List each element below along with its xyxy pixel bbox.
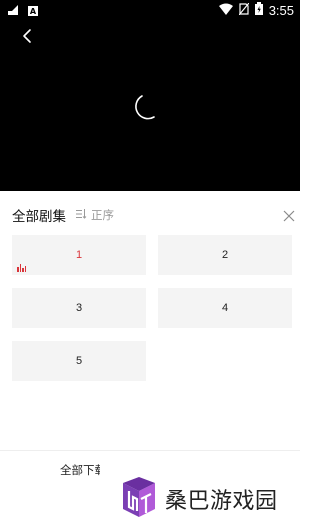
watermark: 桑巴游戏园 [115, 474, 300, 524]
status-time: 3:55 [268, 2, 294, 18]
episode-label: 2 [221, 249, 229, 261]
episode-5-button[interactable]: 5 [12, 341, 146, 381]
app-badge-icon: A [28, 6, 38, 16]
battery-charging-icon [254, 2, 263, 18]
status-bar: A 3:55 [0, 0, 300, 22]
episode-1-button[interactable]: 1 [12, 235, 146, 275]
episode-2-button[interactable]: 2 [158, 235, 292, 275]
episode-label: 5 [75, 355, 83, 367]
footer-divider [0, 450, 300, 451]
episode-label: 4 [221, 302, 229, 314]
download-all-button[interactable]: 全部下载 [60, 462, 100, 478]
no-sim-icon [238, 2, 250, 18]
sort-label: 正序 [91, 208, 114, 222]
watermark-logo-icon [119, 477, 159, 521]
wifi-icon [218, 3, 233, 18]
back-chevron-icon[interactable] [18, 26, 38, 46]
status-right: 3:55 [218, 2, 294, 18]
watermark-text: 桑巴游戏园 [165, 489, 278, 514]
status-left: A [8, 4, 38, 18]
video-player[interactable]: A 3:55 [0, 0, 300, 191]
playing-indicator-icon [17, 264, 26, 272]
signal-data-icon [8, 4, 20, 18]
episode-4-button[interactable]: 4 [158, 288, 292, 328]
sort-list-icon [76, 208, 87, 222]
panel-title: 全部剧集 [12, 209, 66, 225]
loading-spinner-icon [130, 92, 158, 122]
episode-3-button[interactable]: 3 [12, 288, 146, 328]
close-icon[interactable] [283, 207, 295, 222]
sort-toggle[interactable]: 正序 [76, 207, 114, 223]
episode-label: 1 [75, 249, 83, 261]
episode-label: 3 [75, 302, 83, 314]
